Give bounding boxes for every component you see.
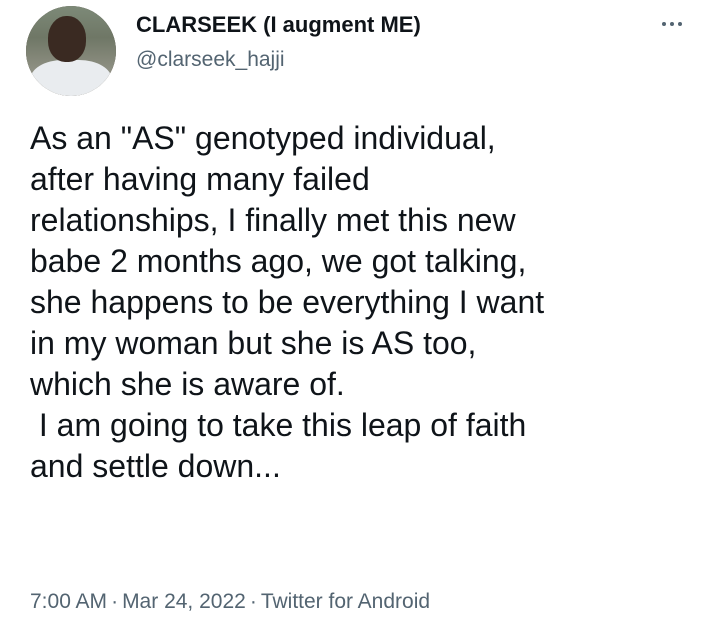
more-horizontal-icon bbox=[678, 22, 682, 26]
avatar-shirt bbox=[30, 60, 112, 96]
more-horizontal-icon bbox=[662, 22, 666, 26]
tweet-text: As an "AS" genotyped individual, after h… bbox=[30, 120, 545, 484]
tweet-time[interactable]: 7:00 AM bbox=[30, 590, 107, 613]
more-options-button[interactable] bbox=[652, 10, 692, 38]
tweet-date[interactable]: Mar 24, 2022 bbox=[122, 590, 246, 613]
author-handle[interactable]: @clarseek_hajji bbox=[136, 46, 285, 74]
tweet-source[interactable]: Twitter for Android bbox=[261, 590, 430, 613]
author-display-name[interactable]: CLARSEEK (I augment ME) bbox=[136, 10, 421, 40]
separator: · bbox=[111, 590, 119, 613]
separator: · bbox=[249, 590, 257, 613]
more-horizontal-icon bbox=[670, 22, 674, 26]
tweet-card: CLARSEEK (I augment ME) @clarseek_hajji … bbox=[0, 0, 716, 623]
tweet-metadata: 7:00 AM · Mar 24, 2022 · Twitter for Android bbox=[30, 587, 430, 617]
avatar[interactable] bbox=[26, 6, 116, 96]
avatar-head bbox=[48, 16, 86, 62]
